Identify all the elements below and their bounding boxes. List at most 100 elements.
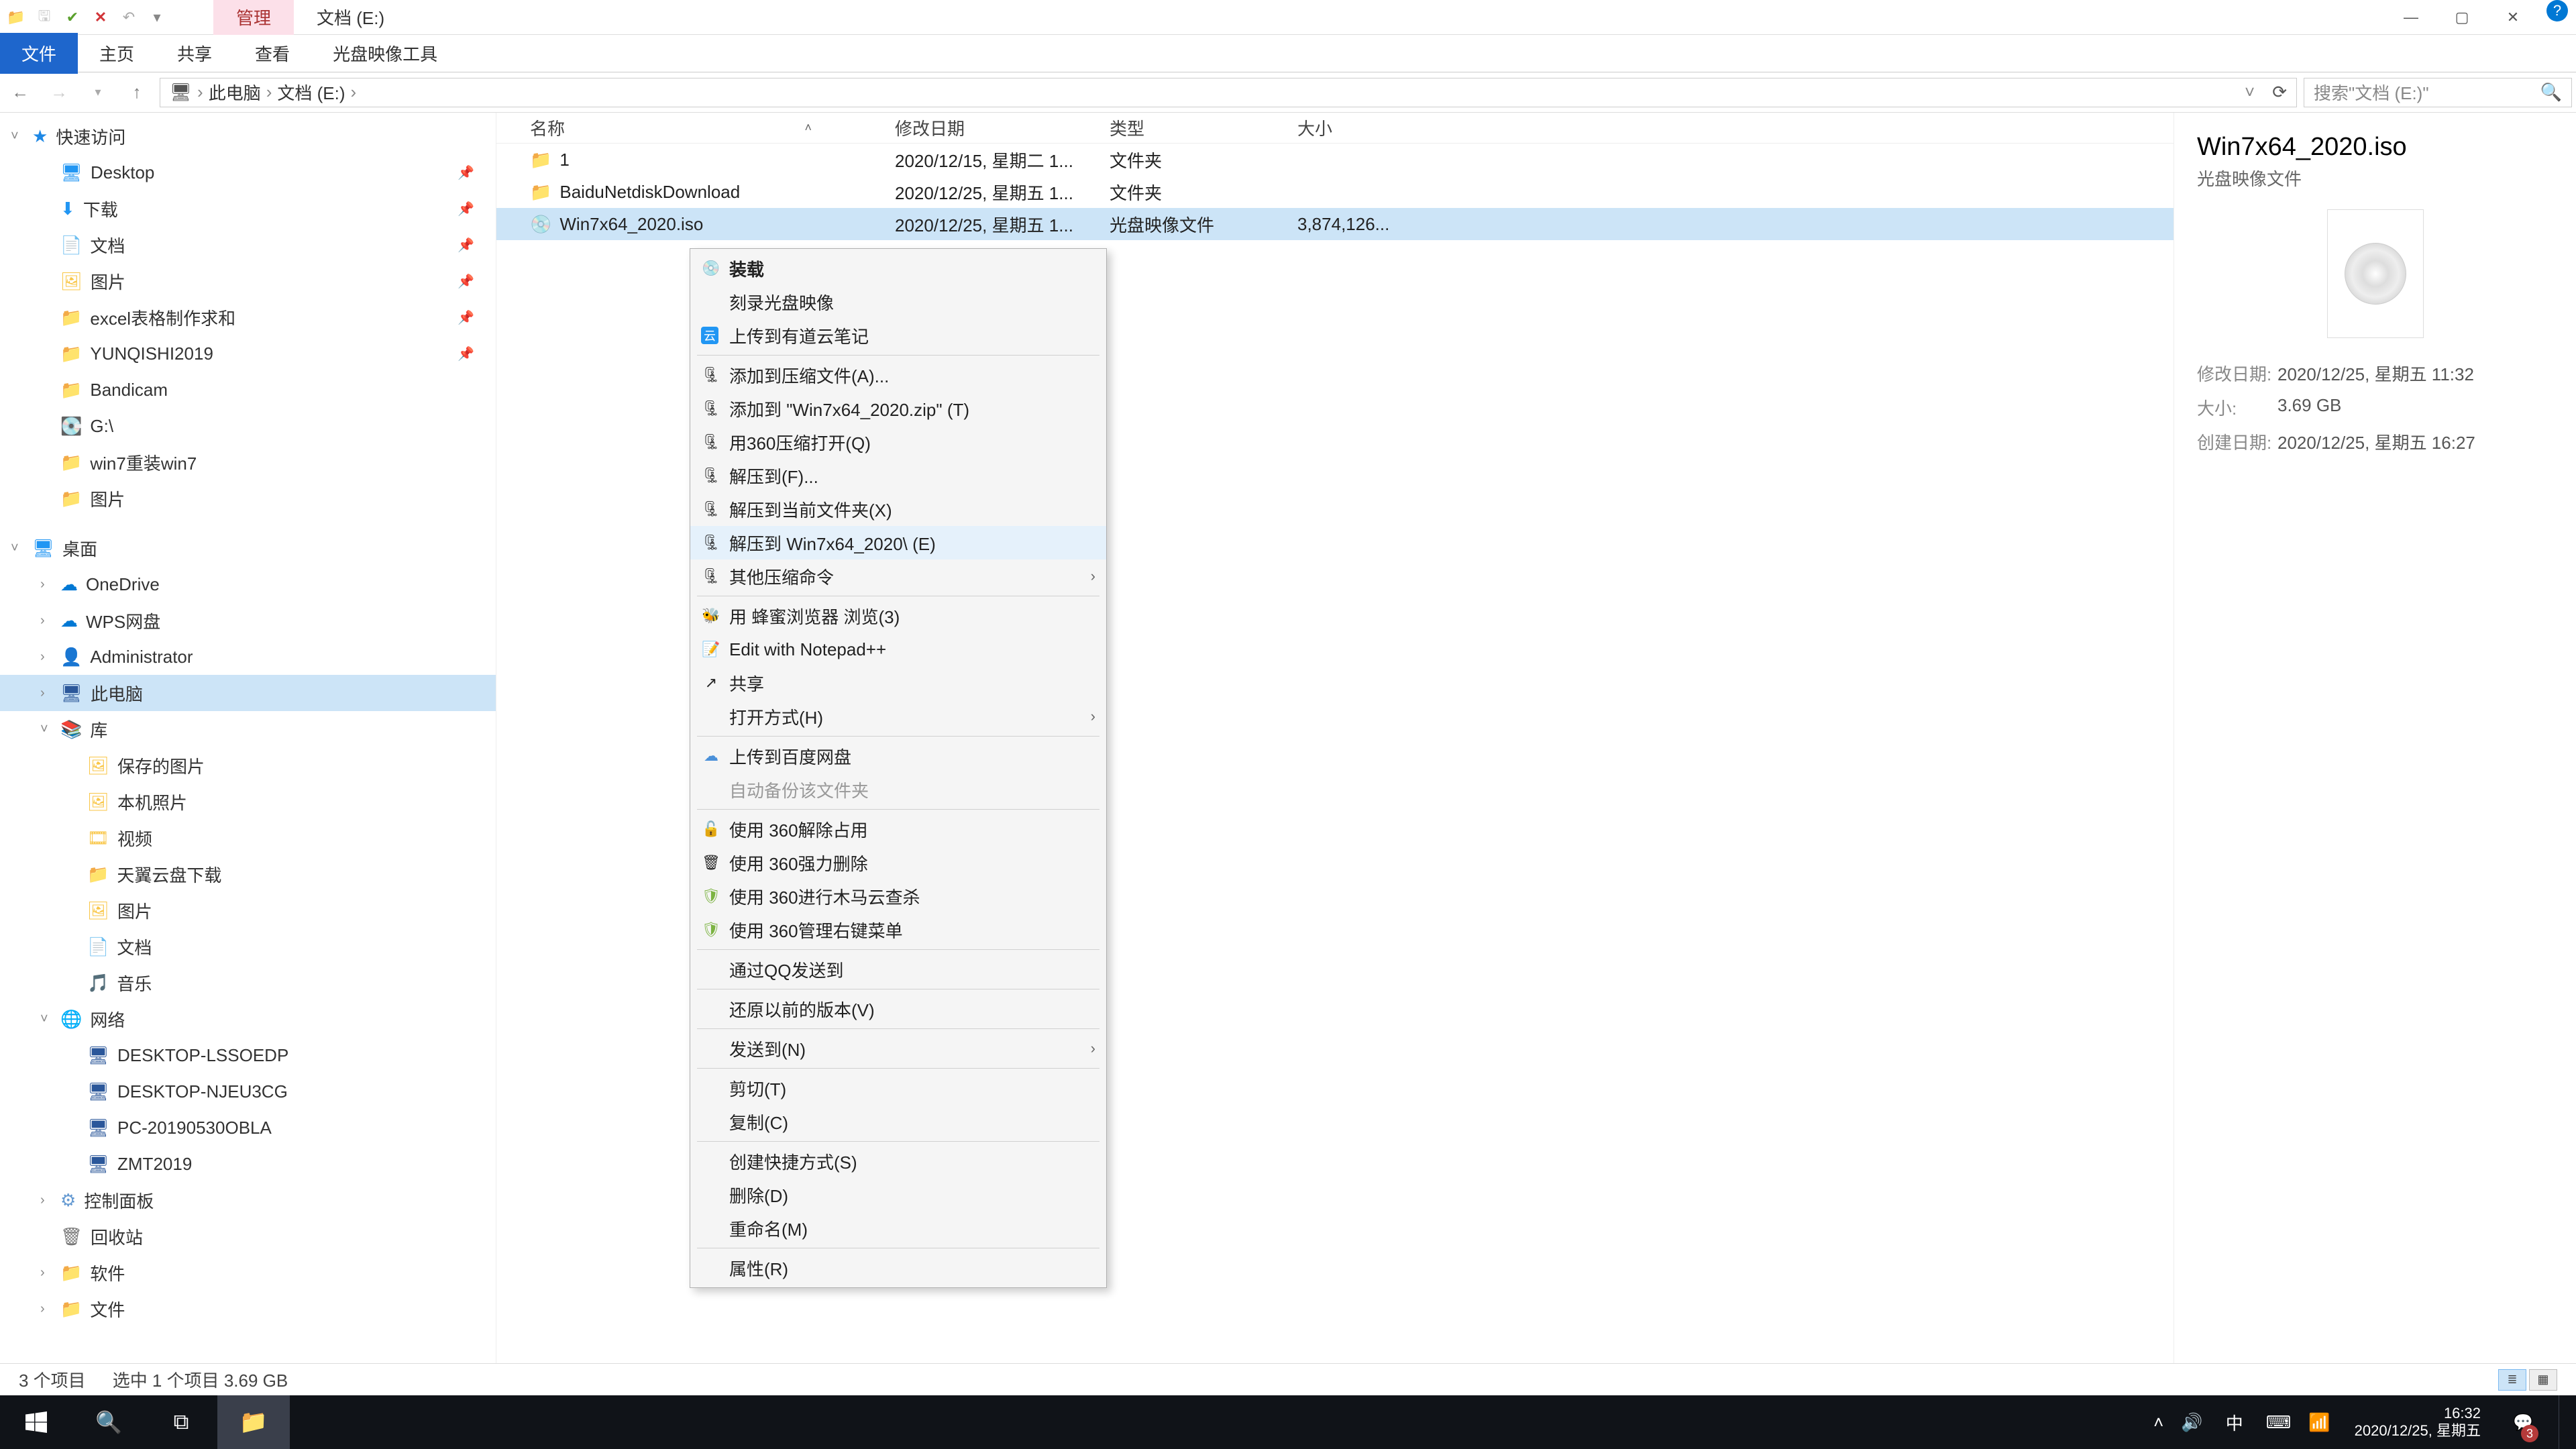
ctx-360-unlock[interactable]: 🔓使用 360解除占用 bbox=[690, 812, 1106, 846]
tree-onedrive[interactable]: ›☁OneDrive bbox=[0, 566, 496, 602]
ctx-copy[interactable]: 复制(C) bbox=[690, 1105, 1106, 1138]
checkmark-icon[interactable]: ✔ bbox=[63, 8, 82, 27]
tree-excel[interactable]: 📁excel表格制作求和 bbox=[0, 299, 496, 335]
ribbon-tab-isotools[interactable]: 光盘映像工具 bbox=[311, 33, 459, 74]
tree-desktop-root[interactable]: ˅🖥桌面 bbox=[0, 530, 496, 566]
search-input[interactable]: 搜索"文档 (E:)" 🔍 bbox=[2304, 78, 2572, 107]
col-name[interactable]: 名称˄ bbox=[496, 115, 885, 140]
breadcrumb-chevron-icon[interactable]: › bbox=[197, 82, 203, 103]
refresh-icon[interactable]: ⟳ bbox=[2272, 82, 2287, 103]
breadcrumb-pc[interactable]: 此电脑 bbox=[209, 80, 261, 105]
tree-g-drive[interactable]: 💽G:\ bbox=[0, 408, 496, 444]
ime-language[interactable]: 中 bbox=[2220, 1410, 2249, 1435]
tree-admin[interactable]: ›👤Administrator bbox=[0, 639, 496, 675]
ctx-burn[interactable]: 刻录光盘映像 bbox=[690, 285, 1106, 319]
dropdown-icon[interactable]: ▾ bbox=[148, 8, 166, 27]
tree-software[interactable]: ›📁软件 bbox=[0, 1254, 496, 1291]
save-icon[interactable]: 🖫 bbox=[35, 8, 54, 27]
show-desktop-button[interactable] bbox=[2559, 1395, 2567, 1449]
tree-savedpics[interactable]: 🖼保存的图片 bbox=[0, 747, 496, 784]
chevron-right-icon[interactable]: › bbox=[40, 686, 45, 701]
breadcrumb-chevron-icon[interactable]: › bbox=[266, 82, 272, 103]
ctx-delete[interactable]: 删除(D) bbox=[690, 1178, 1106, 1212]
ribbon-tab-home[interactable]: 主页 bbox=[78, 33, 156, 74]
chevron-right-icon[interactable]: › bbox=[40, 649, 45, 665]
breadcrumb-drive[interactable]: 文档 (E:) bbox=[277, 80, 345, 105]
network-icon[interactable]: 📶 bbox=[2308, 1412, 2330, 1433]
sidebar-tree[interactable]: ˅★快速访问 🖥Desktop ⬇下载 📄文档 🖼图片 📁excel表格制作求和… bbox=[0, 113, 496, 1363]
ime-mode-icon[interactable]: ⌨ bbox=[2266, 1412, 2292, 1433]
tree-desktop[interactable]: 🖥Desktop bbox=[0, 154, 496, 191]
ctx-360-forcedel[interactable]: 🗑使用 360强力删除 bbox=[690, 846, 1106, 879]
ctx-other-compress[interactable]: 🗜其他压缩命令› bbox=[690, 559, 1106, 593]
maximize-button[interactable]: ▢ bbox=[2436, 0, 2487, 35]
chevron-right-icon[interactable]: › bbox=[40, 1301, 45, 1317]
file-row-selected[interactable]: 💿Win7x64_2020.iso 2020/12/25, 星期五 1... 光… bbox=[496, 208, 2174, 240]
ctx-360-manage[interactable]: 🛡使用 360管理右键菜单 bbox=[690, 913, 1106, 947]
search-button[interactable]: 🔍 bbox=[72, 1395, 145, 1449]
nav-back-button[interactable]: ← bbox=[4, 76, 36, 109]
breadcrumb-chevron-icon[interactable]: › bbox=[350, 82, 356, 103]
tree-music[interactable]: 🎵音乐 bbox=[0, 965, 496, 1001]
action-center-button[interactable]: 💬 3 bbox=[2505, 1395, 2541, 1449]
tree-recycle[interactable]: 🗑回收站 bbox=[0, 1218, 496, 1254]
tree-wps[interactable]: ›☁WPS网盘 bbox=[0, 602, 496, 639]
tree-quick-access[interactable]: ˅★快速访问 bbox=[0, 118, 496, 154]
task-view-button[interactable]: ⧉ bbox=[145, 1395, 217, 1449]
tree-net-pc4[interactable]: 🖥ZMT2019 bbox=[0, 1146, 496, 1182]
volume-icon[interactable]: 🔊 bbox=[2181, 1412, 2202, 1433]
tree-net-pc2[interactable]: 🖥DESKTOP-NJEU3CG bbox=[0, 1073, 496, 1110]
undo-icon[interactable]: ↶ bbox=[119, 8, 138, 27]
minimize-button[interactable]: — bbox=[2385, 0, 2436, 35]
view-icons-button[interactable]: ▦ bbox=[2529, 1369, 2557, 1391]
ctx-restore[interactable]: 还原以前的版本(V) bbox=[690, 992, 1106, 1026]
ribbon-tab-file[interactable]: 文件 bbox=[0, 33, 78, 74]
tree-libraries[interactable]: ˅📚库 bbox=[0, 711, 496, 747]
nav-forward-button[interactable]: → bbox=[43, 76, 75, 109]
tree-downloads[interactable]: ⬇下载 bbox=[0, 191, 496, 227]
ctx-baidu[interactable]: ☁上传到百度网盘 bbox=[690, 739, 1106, 773]
tree-pics2[interactable]: 📁图片 bbox=[0, 480, 496, 517]
chevron-right-icon[interactable]: › bbox=[40, 577, 45, 592]
tree-pictures[interactable]: 🖼图片 bbox=[0, 263, 496, 299]
tree-this-pc[interactable]: ›🖥此电脑 bbox=[0, 675, 496, 711]
chevron-right-icon[interactable]: › bbox=[40, 1193, 45, 1208]
help-icon[interactable]: ? bbox=[2546, 0, 2568, 21]
tree-net-pc1[interactable]: 🖥DESKTOP-LSSOEDP bbox=[0, 1037, 496, 1073]
tree-network[interactable]: ˅🌐网络 bbox=[0, 1001, 496, 1037]
ribbon-tab-share[interactable]: 共享 bbox=[156, 33, 233, 74]
col-size[interactable]: 大小 bbox=[1288, 115, 1476, 140]
tree-documents[interactable]: 📄文档 bbox=[0, 227, 496, 263]
ribbon-tab-view[interactable]: 查看 bbox=[233, 33, 311, 74]
ctx-shortcut[interactable]: 创建快捷方式(S) bbox=[690, 1144, 1106, 1178]
ctx-share[interactable]: ↗共享 bbox=[690, 666, 1106, 700]
col-mod[interactable]: 修改日期 bbox=[885, 115, 1100, 140]
tree-camerapics[interactable]: 🖼本机照片 bbox=[0, 784, 496, 820]
tree-control-panel[interactable]: ›⚙控制面板 bbox=[0, 1182, 496, 1218]
ctx-360-trojan[interactable]: 🛡使用 360进行木马云查杀 bbox=[690, 879, 1106, 913]
ctx-extract-named[interactable]: 🗜解压到 Win7x64_2020\ (E) bbox=[690, 526, 1106, 559]
file-row[interactable]: 📁BaiduNetdiskDownload 2020/12/25, 星期五 1.… bbox=[496, 176, 2174, 208]
taskbar-explorer-button[interactable]: 📁 bbox=[217, 1395, 290, 1449]
tree-tianyi[interactable]: 📁天翼云盘下载 bbox=[0, 856, 496, 892]
ctx-notepad[interactable]: 📝Edit with Notepad++ bbox=[690, 633, 1106, 666]
ctx-mount[interactable]: 💿装载 bbox=[690, 252, 1106, 285]
tray-chevron-icon[interactable]: ˄ bbox=[2153, 1412, 2163, 1433]
ctx-open-with[interactable]: 打开方式(H)› bbox=[690, 700, 1106, 733]
tree-net-pc3[interactable]: 🖥PC-20190530OBLA bbox=[0, 1110, 496, 1146]
ctx-cut[interactable]: 剪切(T) bbox=[690, 1071, 1106, 1105]
chevron-right-icon[interactable]: › bbox=[40, 613, 45, 629]
taskbar-clock[interactable]: 16:32 2020/12/25, 星期五 bbox=[2348, 1405, 2487, 1440]
ctx-add-zip-t[interactable]: 🗜添加到 "Win7x64_2020.zip" (T) bbox=[690, 392, 1106, 425]
tree-yunqishi[interactable]: 📁YUNQISHI2019 bbox=[0, 335, 496, 372]
tree-files[interactable]: ›📁文件 bbox=[0, 1291, 496, 1327]
file-row[interactable]: 📁1 2020/12/15, 星期二 1... 文件夹 bbox=[496, 144, 2174, 176]
cancel-red-icon[interactable]: ✕ bbox=[91, 8, 110, 27]
tab-manage[interactable]: 管理 bbox=[213, 0, 294, 35]
ctx-properties[interactable]: 属性(R) bbox=[690, 1251, 1106, 1285]
col-type[interactable]: 类型 bbox=[1100, 115, 1288, 140]
ctx-send-to[interactable]: 发送到(N)› bbox=[690, 1032, 1106, 1065]
nav-up-button[interactable]: ↑ bbox=[121, 76, 153, 109]
chevron-down-icon[interactable]: ˅ bbox=[40, 722, 48, 737]
nav-history-button[interactable]: ▾ bbox=[82, 76, 114, 109]
